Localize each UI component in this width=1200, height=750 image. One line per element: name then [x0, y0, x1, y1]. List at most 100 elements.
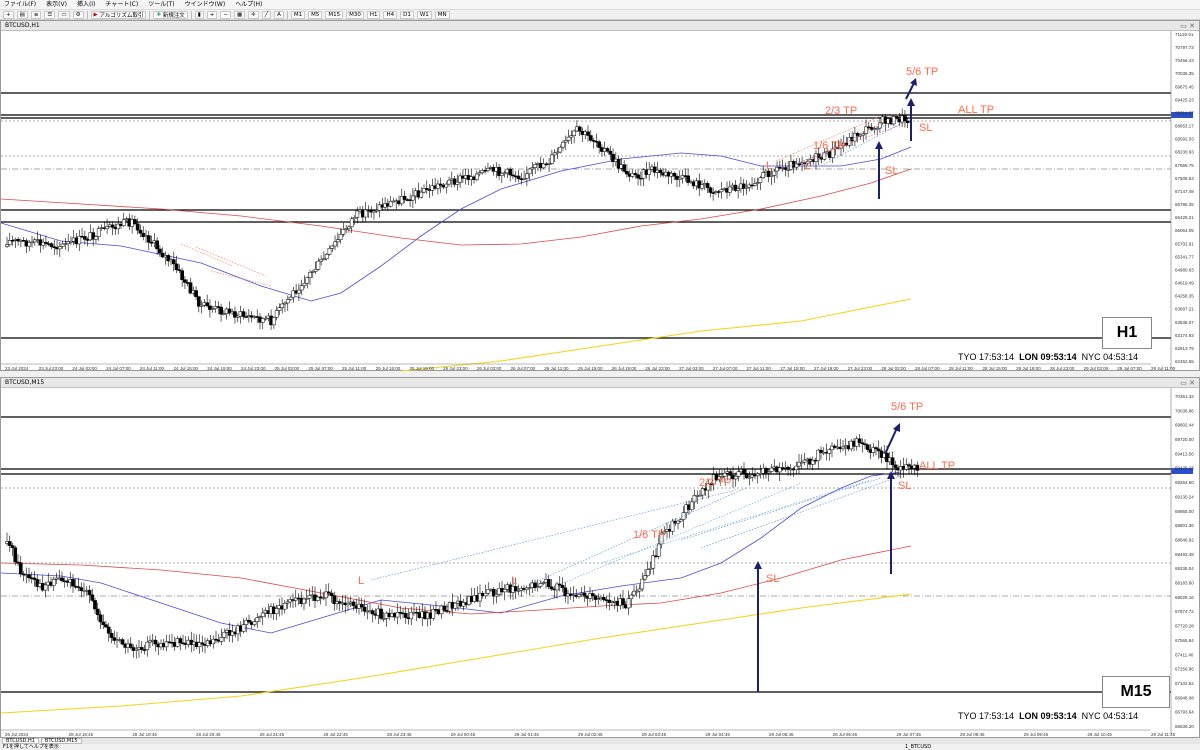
candle-bull	[566, 136, 571, 141]
menu-item-tools[interactable]: ツール(T)	[148, 0, 174, 9]
price-tick-label: 70456.43	[1175, 58, 1194, 63]
price-tick-label: 70351.32	[1175, 394, 1194, 399]
menu-item-help[interactable]: ヘルプ(H)	[235, 0, 262, 9]
time-tick-label: 24 Jul 07:00	[106, 366, 131, 371]
candle-bull	[419, 191, 424, 198]
candle-bull	[474, 173, 479, 180]
candle-bear	[379, 608, 383, 619]
timeframe-m5[interactable]: M5	[308, 10, 323, 19]
price-tick-label: 68492.48	[1175, 552, 1194, 557]
candle-bull	[643, 575, 647, 580]
clock-tokyo: TYO 17:53:14	[958, 711, 1015, 721]
candle-bull	[308, 272, 312, 278]
chart-window-h1[interactable]: BTCUSD,H1 ▭ ✕ 71120.61 70797.73 70456.43 70…	[0, 20, 1200, 371]
chart-window-title-bar[interactable]: BTCUSD,H1 ▭ ✕	[1, 21, 1199, 31]
candle-bear	[403, 613, 408, 618]
timeframe-h4[interactable]: H4	[383, 10, 398, 19]
time-tick-label: 25 Jul 03:00	[275, 366, 300, 371]
candle-bull	[411, 195, 415, 201]
menu-item-view[interactable]: 表示(V)	[46, 0, 67, 9]
candle-bear	[742, 469, 746, 474]
window-controls-icon[interactable]: ▭ ✕	[1180, 378, 1195, 388]
timeframe-m15[interactable]: M15	[325, 10, 344, 19]
candle-bull	[285, 299, 290, 304]
candle-bear	[158, 248, 162, 254]
algo-trading-icon: ▶	[93, 11, 98, 18]
candle-bear	[442, 605, 447, 611]
chart-canvas-m15[interactable]: 70351.32 70036.86 69802.44 69720.00 69413.56…	[1, 388, 1199, 738]
time-tick-label: 29 Jul 00:45	[451, 732, 476, 737]
price-tick-label: 67869.75	[1175, 163, 1194, 168]
timeframe-w1[interactable]: W1	[416, 10, 432, 19]
price-tick-label: 69413.56	[1175, 451, 1194, 456]
time-tick-label: 28 Jul 19:45	[132, 732, 157, 737]
menu-item-charts[interactable]: チャート(C)	[105, 0, 138, 9]
time-tick-label: 26 Jul 11:00	[544, 366, 569, 371]
chart-type-icon[interactable]: ▮	[194, 10, 204, 19]
zoom-out-icon[interactable]: −	[220, 10, 231, 19]
candle-bear	[588, 135, 593, 141]
timeframe-m30[interactable]: M30	[346, 10, 364, 19]
chart-canvas-h1[interactable]: 71120.61 70797.73 70456.43 70036.35 69675.45…	[1, 31, 1199, 371]
candle-bull	[651, 555, 656, 569]
new-chart-icon[interactable]: +	[3, 10, 14, 19]
candle-bear	[174, 263, 179, 270]
toolbar-separator	[286, 10, 288, 19]
candle-bear	[133, 219, 137, 225]
text-icon[interactable]: A	[274, 10, 284, 19]
price-tick-label: 71120.61	[1175, 32, 1194, 37]
price-tick-label: 69264.60	[1175, 480, 1194, 485]
menu-item-window[interactable]: ウインドウ(W)	[185, 0, 226, 9]
menu-item-insert[interactable]: 挿入(I)	[77, 0, 95, 9]
window-controls-icon[interactable]: ▭ ✕	[1180, 21, 1195, 31]
candle-bull	[769, 467, 774, 472]
candle-bear	[247, 619, 251, 623]
time-tick-label: 27 Jul 23:00	[848, 366, 873, 371]
candle-bull	[96, 228, 101, 237]
candle-bull	[561, 141, 565, 148]
menu-item-file[interactable]: ファイル(F)	[4, 0, 36, 9]
candle-bear	[98, 614, 103, 623]
timeframe-d1[interactable]: D1	[400, 10, 414, 19]
long-ma-line	[1, 593, 912, 714]
candle-bull	[656, 543, 661, 557]
market-watch-icon[interactable]: ≡	[30, 10, 42, 19]
navigator-icon[interactable]: ☰	[44, 10, 56, 19]
candle-bull	[494, 594, 499, 597]
toolbar-separator	[190, 10, 192, 19]
candle-bull	[335, 239, 340, 243]
candle-bear	[13, 547, 18, 563]
timeframe-m1[interactable]: M1	[290, 10, 306, 19]
price-tick-label: 63536.07	[1175, 320, 1194, 325]
new-order-button[interactable]: ✚ 新規注文	[153, 10, 188, 19]
timeframe-mn[interactable]: MN	[434, 10, 450, 19]
strategy-tester-icon[interactable]: ⚙	[72, 10, 84, 19]
candle-bull	[255, 617, 260, 622]
candle-bear	[508, 168, 513, 176]
price-tick-label: 67874.72	[1175, 609, 1194, 614]
clock-london: LON 09:53:14	[1019, 352, 1077, 362]
chart-window-m15[interactable]: BTCUSD,M15 ▭ ✕ 70351.32 70036.86 69802.44 6…	[0, 377, 1200, 738]
candle-bear	[329, 592, 334, 596]
crosshair-icon[interactable]: ✛	[248, 10, 259, 19]
candle-bull	[333, 241, 337, 247]
price-tick-label: 68230.93	[1175, 150, 1194, 155]
price-tick-label: 67147.49	[1175, 189, 1194, 194]
candle-bear	[857, 438, 862, 443]
status-help-text: F1を押してヘルプを表示	[3, 744, 59, 750]
algo-trading-button[interactable]: ▶ アルゴリズム取引	[90, 10, 147, 19]
terminal-icon[interactable]: ▭	[58, 10, 70, 19]
timeframe-h1[interactable]: H1	[366, 10, 381, 19]
price-tick-label: 68801.36	[1175, 523, 1194, 528]
zoom-in-icon[interactable]: +	[206, 10, 218, 19]
profiles-icon[interactable]: ▤	[16, 10, 28, 19]
trendline-icon[interactable]: ╱	[261, 10, 272, 19]
candle-bear	[672, 173, 677, 177]
candle-bear	[359, 603, 364, 608]
time-tick-label: 23 Jul 2024	[5, 366, 29, 371]
trend-annotations	[370, 468, 1193, 585]
chart-window-title-bar[interactable]: BTCUSD,M15 ▭ ✕	[1, 378, 1199, 388]
tile-windows-icon[interactable]: ▦	[233, 10, 246, 19]
candle-bull	[94, 236, 98, 240]
candle-bear	[590, 593, 595, 597]
